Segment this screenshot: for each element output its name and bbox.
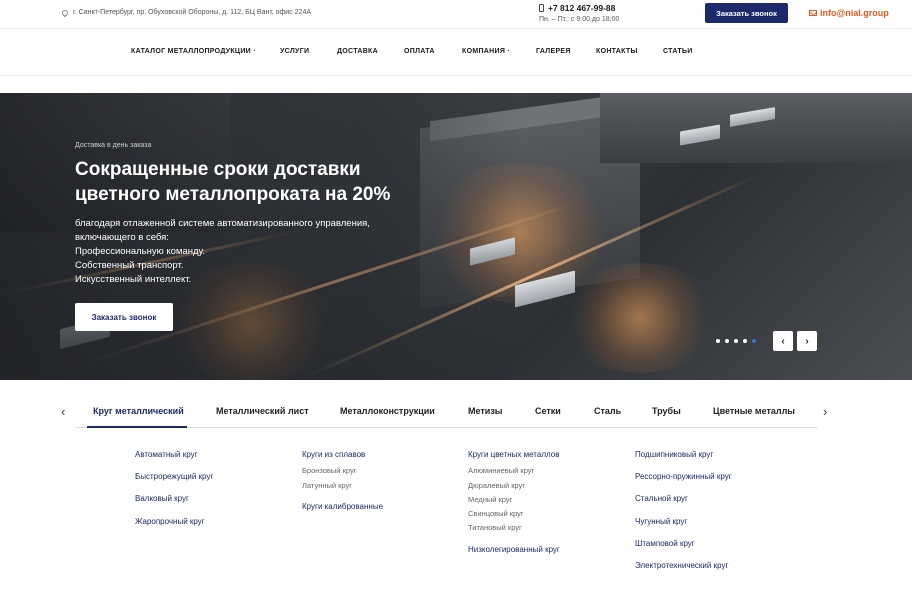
hero-slider: Доставка в день заказа Сокращенные сроки… bbox=[0, 93, 912, 380]
category-link[interactable]: Электротехнический круг bbox=[635, 561, 728, 570]
category-link[interactable]: Подшипниковый круг bbox=[635, 450, 713, 459]
order-call-button[interactable]: Заказать звонок bbox=[705, 3, 788, 23]
nav-delivery[interactable]: ДОСТАВКА bbox=[337, 48, 378, 55]
category-link[interactable]: Автоматный круг bbox=[135, 450, 198, 459]
envelope-icon bbox=[809, 10, 817, 16]
hero-text-line: Собственный транспорт. bbox=[75, 260, 184, 271]
slider-dot[interactable] bbox=[752, 339, 756, 343]
tab-metal-sheet[interactable]: Металлический лист bbox=[216, 406, 309, 416]
phone-icon bbox=[539, 4, 544, 12]
phone-number[interactable]: +7 812 467-99-88 bbox=[548, 3, 615, 13]
top-bar: г. Санкт-Петербург, пр. Обуховской Оборо… bbox=[0, 0, 912, 28]
category-link[interactable]: Рессорно-пружинный круг bbox=[635, 472, 732, 481]
hero-subtitle: Доставка в день заказа bbox=[75, 142, 152, 149]
building-image bbox=[600, 93, 912, 163]
nav-articles[interactable]: СТАТЬИ bbox=[663, 48, 693, 55]
category-link[interactable]: Стальной круг bbox=[635, 494, 688, 503]
subcategory-link[interactable]: Медный круг bbox=[468, 495, 512, 504]
category-tabs: ‹ Круг металлический Металлический лист … bbox=[0, 394, 912, 428]
subcategory-link[interactable]: Свинцовый круг bbox=[468, 509, 524, 518]
tab-nonferrous[interactable]: Цветные металлы bbox=[713, 406, 795, 416]
tab-steel[interactable]: Сталь bbox=[594, 406, 621, 416]
tab-meshes[interactable]: Сетки bbox=[535, 406, 561, 416]
nav-company[interactable]: КОМПАНИЯ · bbox=[462, 48, 510, 55]
tab-fasteners[interactable]: Метизы bbox=[468, 406, 502, 416]
category-link[interactable]: Быстрорежущий круг bbox=[135, 472, 213, 481]
chevron-right-icon: › bbox=[805, 335, 809, 347]
slider-dot[interactable] bbox=[743, 339, 747, 343]
category-link[interactable]: Штамповой круг bbox=[635, 539, 695, 548]
category-link[interactable]: Низколегированный круг bbox=[468, 545, 560, 554]
slider-dot[interactable] bbox=[734, 339, 738, 343]
nav-services[interactable]: УСЛУГИ bbox=[280, 48, 309, 55]
slider-dots bbox=[716, 339, 756, 343]
address-text: г. Санкт-Петербург, пр. Обуховской Оборо… bbox=[73, 9, 312, 16]
category-link[interactable]: Валковый круг bbox=[135, 494, 189, 503]
hero-title: Сокращенные сроки доставки цветного мета… bbox=[75, 159, 391, 205]
light-glow bbox=[560, 263, 720, 373]
subcategory-link[interactable]: Дюралевый круг bbox=[468, 481, 525, 490]
subcategory-link[interactable]: Бронзовый круг bbox=[302, 466, 356, 475]
category-link[interactable]: Круги калиброванные bbox=[302, 502, 383, 511]
tab-round-metal[interactable]: Круг металлический bbox=[93, 406, 184, 416]
slider-dot[interactable] bbox=[716, 339, 720, 343]
slider-prev-button[interactable]: ‹ bbox=[773, 331, 793, 351]
slider-next-button[interactable]: › bbox=[797, 331, 817, 351]
phone[interactable]: +7 812 467-99-88 bbox=[539, 3, 619, 13]
email-text[interactable]: info@nial.group bbox=[820, 8, 889, 18]
tabs-prev-icon[interactable]: ‹ bbox=[61, 404, 65, 419]
nav-contacts[interactable]: КОНТАКТЫ bbox=[596, 48, 638, 55]
hero-order-call-button[interactable]: Заказать звонок bbox=[75, 303, 173, 331]
slider-dot[interactable] bbox=[725, 339, 729, 343]
nav-catalog[interactable]: КАТАЛОГ МЕТАЛЛОПРОДУКЦИИ · bbox=[131, 48, 256, 55]
nav-payment[interactable]: ОПЛАТА bbox=[404, 48, 435, 55]
hero-text-line: благодаря отлаженной системе автоматизир… bbox=[75, 218, 370, 229]
chevron-left-icon: ‹ bbox=[781, 335, 785, 347]
category-link[interactable]: Чугунный круг bbox=[635, 517, 687, 526]
hero-text-line: включающего в себя: bbox=[75, 232, 169, 243]
active-tab-indicator bbox=[87, 426, 187, 428]
location-pin-icon bbox=[60, 8, 70, 17]
hero-description: благодаря отлаженной системе автоматизир… bbox=[75, 217, 370, 287]
hero-text-line: Искусственный интеллект. bbox=[75, 274, 192, 285]
hero-text-line: Профессиональную команду. bbox=[75, 246, 205, 257]
category-link[interactable]: Круги цветных металлов bbox=[468, 450, 559, 459]
category-link[interactable]: Жаропрочный круг bbox=[135, 517, 205, 526]
tab-metal-structures[interactable]: Металлоконструкции bbox=[340, 406, 435, 416]
subcategory-link[interactable]: Латунный круг bbox=[302, 481, 352, 490]
tabs-next-icon[interactable]: › bbox=[823, 404, 827, 419]
email[interactable]: info@nial.group bbox=[809, 8, 889, 18]
main-nav: КАТАЛОГ МЕТАЛЛОПРОДУКЦИИ · УСЛУГИ ДОСТАВ… bbox=[0, 28, 912, 76]
nav-gallery[interactable]: ГАЛЕРЕЯ bbox=[536, 48, 571, 55]
address: г. Санкт-Петербург, пр. Обуховской Оборо… bbox=[60, 8, 312, 17]
working-hours: Пн. – Пт.: с 9:00 до 18:00 bbox=[539, 16, 620, 23]
subcategory-link[interactable]: Титановый круг bbox=[468, 523, 522, 532]
category-link[interactable]: Круги из сплавов bbox=[302, 450, 365, 459]
phone-block: +7 812 467-99-88 Пн. – Пт.: с 9:00 до 18… bbox=[539, 3, 619, 23]
tab-pipes[interactable]: Трубы bbox=[652, 406, 681, 416]
subcategory-link[interactable]: Алюминиевый круг bbox=[468, 466, 534, 475]
